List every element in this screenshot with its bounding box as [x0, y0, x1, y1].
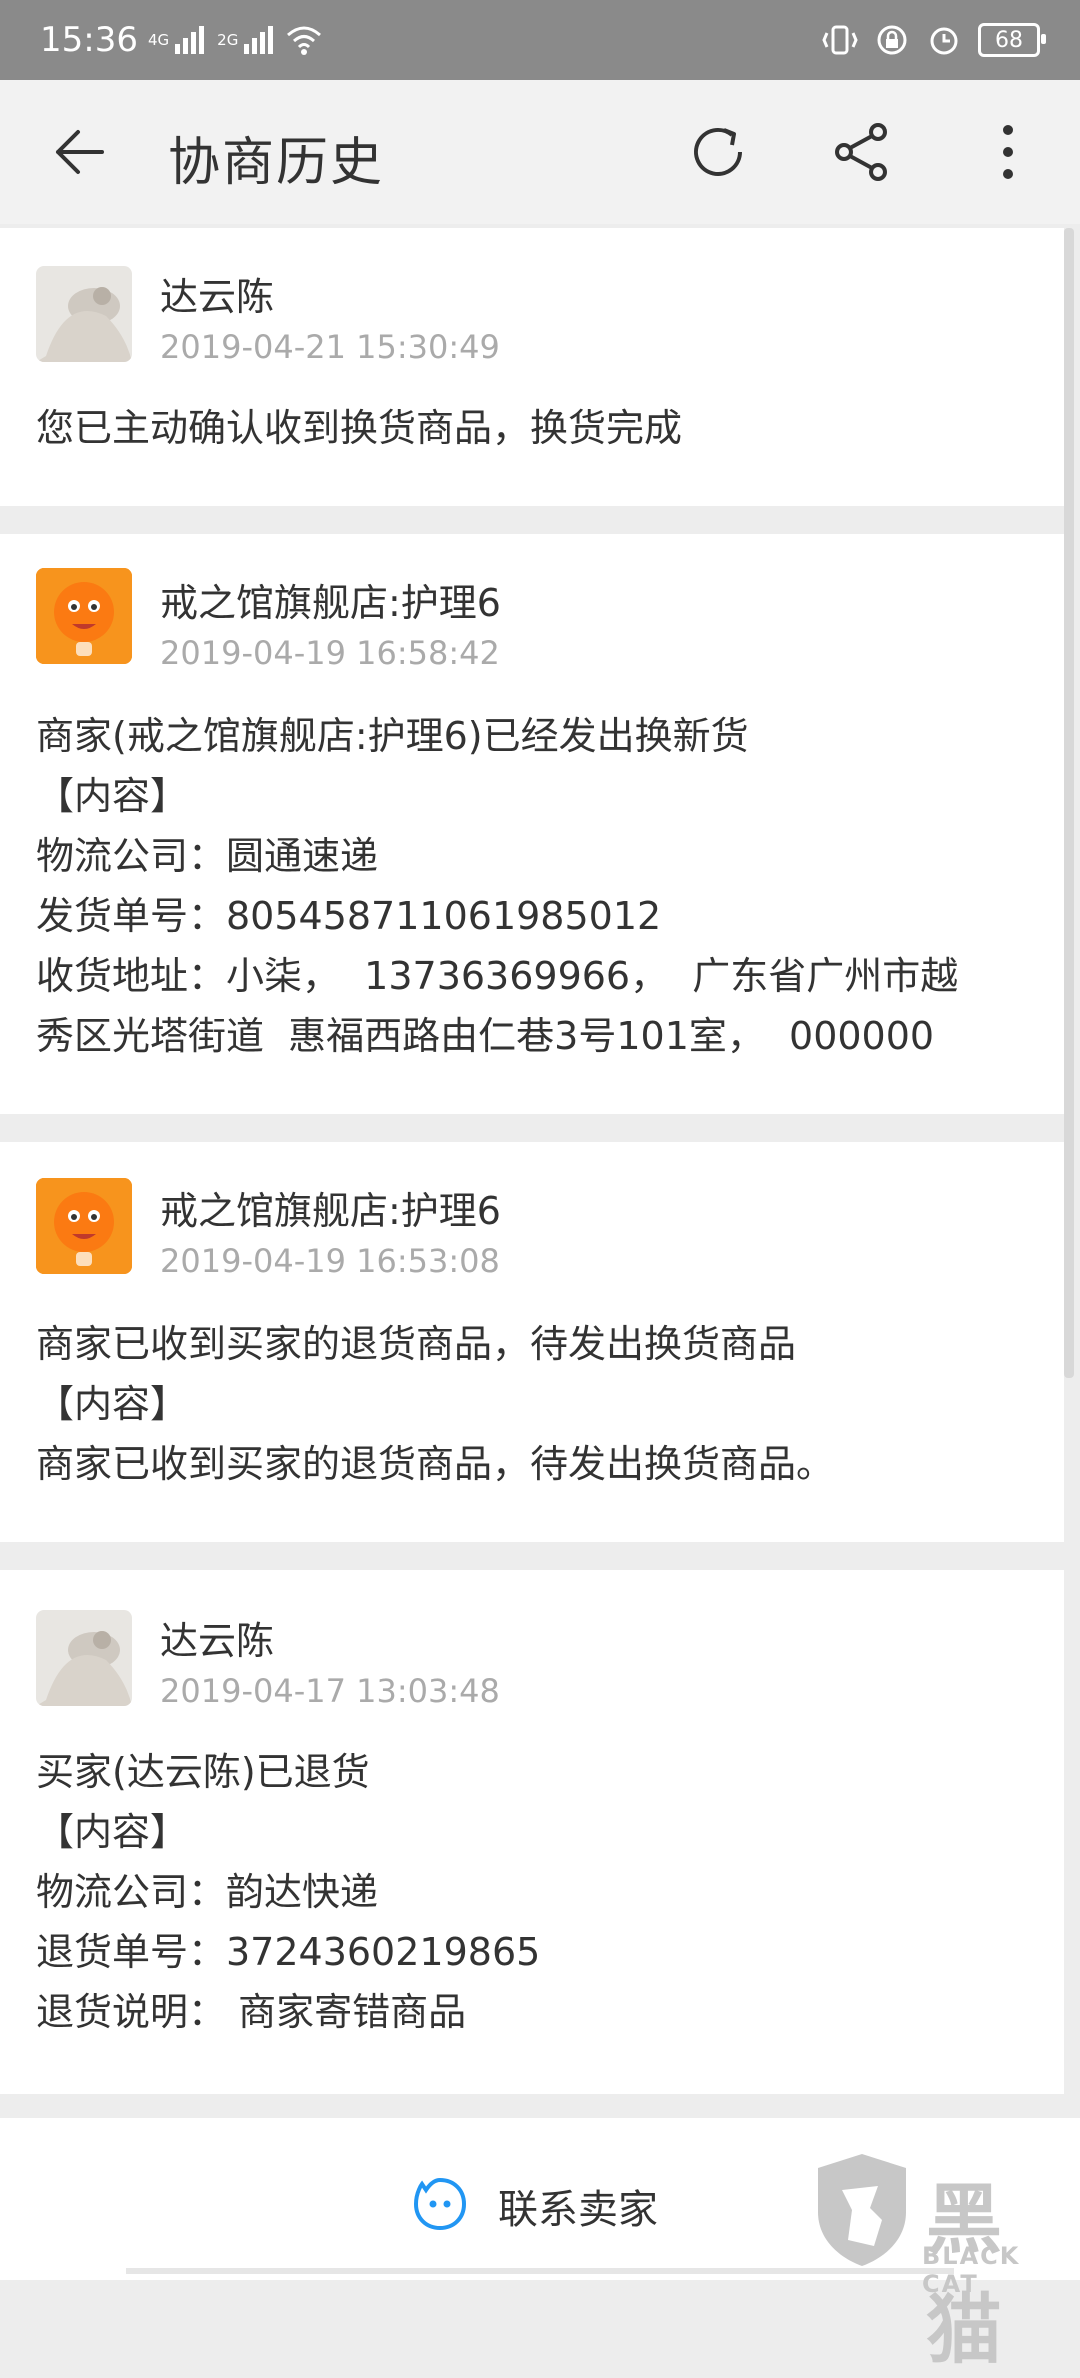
- status-bar: 15:36 4G 2G 68: [0, 0, 1080, 80]
- entry-content: 买家(达云陈)已退货 【内容】 物流公司：韵达快递 退货单号：372436021…: [36, 1742, 1044, 2042]
- entry-line: 发货单号：805458711061985012: [36, 894, 662, 938]
- seller-avatar: [36, 1178, 132, 1274]
- history-entry: 戒之馆旗舰店:护理6 2019-04-19 16:53:08 商家已收到买家的退…: [0, 1142, 1064, 1542]
- contact-seller-button[interactable]: 联系卖家: [410, 2174, 658, 2238]
- vibrate-icon: [822, 22, 858, 58]
- scrollbar[interactable]: [1064, 228, 1074, 1378]
- entry-content: 商家(戒之馆旗舰店:护理6)已经发出换新货 【内容】 物流公司：圆通速递 发货单…: [36, 706, 1044, 1066]
- entry-line: 【内容】: [36, 1382, 189, 1426]
- buyer-avatar: [36, 266, 132, 362]
- entry-content: 您已主动确认收到换货商品，换货完成: [36, 398, 1044, 458]
- more-options-icon[interactable]: [976, 120, 1040, 184]
- chat-bot-icon: [410, 2174, 470, 2238]
- history-entry: 达云陈 2019-04-17 13:03:48 买家(达云陈)已退货 【内容】 …: [0, 1570, 1064, 2094]
- signal-icon-1: [175, 26, 207, 54]
- share-icon[interactable]: [830, 120, 894, 184]
- entry-line: 秀区光塔街道 惠福西路由仁巷3号101室， 000000: [36, 1014, 935, 1058]
- battery-level: 68: [995, 27, 1023, 53]
- network-label-1: 4G: [147, 31, 170, 49]
- entry-line: 退货说明： 商家寄错商品: [36, 1990, 467, 2034]
- network-label-2: 2G: [217, 31, 239, 49]
- wifi-icon: [286, 22, 322, 58]
- entry-line: 您已主动确认收到换货商品，换货完成: [36, 406, 683, 450]
- battery-icon: 68: [978, 23, 1046, 57]
- entry-time: 2019-04-19 16:53:08: [160, 1242, 500, 1280]
- entry-line: 物流公司：圆通速递: [36, 834, 379, 878]
- signal-icon-2: [244, 26, 276, 54]
- entry-author: 戒之馆旗舰店:护理6: [160, 1189, 501, 1233]
- entry-line: 商家(戒之馆旗舰店:护理6)已经发出换新货: [36, 714, 749, 758]
- entry-time: 2019-04-19 16:58:42: [160, 634, 500, 672]
- refresh-icon[interactable]: [686, 120, 750, 184]
- entry-line: 退货单号：3724360219865: [36, 1930, 541, 1974]
- entry-line: 商家已收到买家的退货商品，待发出换货商品: [36, 1322, 797, 1366]
- entry-author: 达云陈: [160, 275, 275, 319]
- entry-line: 收货地址：小柒， 13736369966， 广东省广州市越: [36, 954, 959, 998]
- page-title: 协商历史: [168, 133, 385, 193]
- black-cat-watermark: 黑猫 BLACK CAT: [808, 2150, 1080, 2374]
- entry-line: 物流公司：韵达快递: [36, 1870, 379, 1914]
- app-bar: 协商历史: [0, 80, 1080, 224]
- entry-content: 商家已收到买家的退货商品，待发出换货商品 【内容】 商家已收到买家的退货商品，待…: [36, 1314, 1044, 1494]
- alarm-icon: [926, 22, 962, 58]
- entry-author: 达云陈: [160, 1619, 275, 1663]
- entry-time: 2019-04-17 13:03:48: [160, 1672, 500, 1710]
- entry-line: 【内容】: [36, 1810, 189, 1854]
- watermark-en: BLACK CAT: [922, 2242, 1021, 2298]
- entry-time: 2019-04-21 15:30:49: [160, 328, 500, 366]
- lock-icon: [874, 22, 910, 58]
- entry-line: 商家已收到买家的退货商品，待发出换货商品。: [36, 1442, 835, 1486]
- history-entry: 戒之馆旗舰店:护理6 2019-04-19 16:58:42 商家(戒之馆旗舰店…: [0, 534, 1064, 1114]
- history-entry: 达云陈 2019-04-21 15:30:49 您已主动确认收到换货商品，换货完…: [0, 228, 1064, 506]
- status-time: 15:36: [40, 20, 138, 60]
- seller-avatar: [36, 568, 132, 664]
- entry-author: 戒之馆旗舰店:护理6: [160, 581, 501, 625]
- entry-line: 买家(达云陈)已退货: [36, 1750, 370, 1794]
- contact-seller-label: 联系卖家: [498, 2187, 658, 2233]
- buyer-avatar: [36, 1610, 132, 1706]
- entry-line: 【内容】: [36, 774, 189, 818]
- back-arrow-icon[interactable]: [50, 122, 110, 182]
